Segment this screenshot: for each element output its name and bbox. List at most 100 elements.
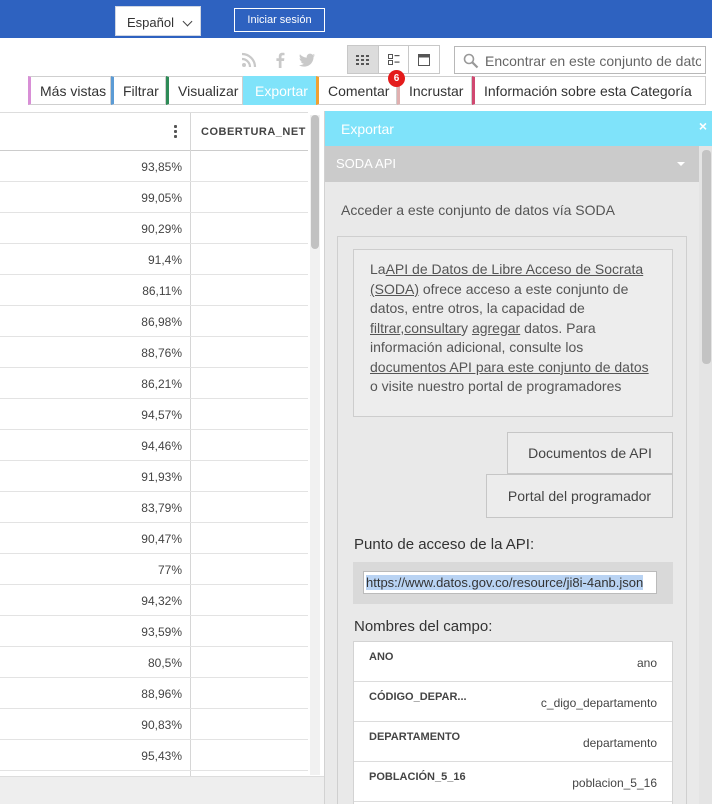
tab-label: Información sobre esta Categoría: [484, 83, 692, 99]
soda-api-section-toggle[interactable]: SODA API: [325, 146, 699, 182]
scrollbar-thumb[interactable]: [702, 150, 711, 364]
panel-scrollbar[interactable]: [699, 146, 712, 804]
field-api-name: c_digo_departamento: [540, 696, 657, 710]
tab-filtrar[interactable]: Filtrar: [111, 76, 166, 105]
table-row[interactable]: 94,32%: [0, 585, 308, 616]
table-vertical-scrollbar[interactable]: [310, 115, 320, 775]
developer-portal-button[interactable]: Portal del programador: [486, 474, 673, 518]
cell-value: 83,79%: [141, 501, 182, 515]
table-row[interactable]: 83,79%: [0, 492, 308, 523]
field-display-name: ANO: [369, 651, 394, 663]
rss-icon[interactable]: [241, 52, 259, 68]
table-body: 93,85% 99,05% 90,29% 91,4% 86,11% 86,98% 88,76…: [0, 151, 308, 771]
tab-incrustar[interactable]: Incrustar: [397, 76, 472, 105]
cell-value: 77%: [157, 563, 182, 577]
cell-value: 91,93%: [141, 470, 182, 484]
table-horizontal-scrollbar[interactable]: [0, 776, 324, 804]
close-icon[interactable]: ×: [699, 118, 707, 134]
endpoint-url-field[interactable]: https://www.datos.gov.co/resource/ji8i-4…: [363, 571, 657, 594]
grid-view-icon: [356, 54, 370, 65]
table-row[interactable]: 86,11%: [0, 275, 308, 306]
column-header-cobertura[interactable]: COBERTURA_NET: [201, 126, 306, 138]
cell-value: 80,5%: [147, 656, 182, 670]
table-row[interactable]: 86,21%: [0, 368, 308, 399]
table-row[interactable]: 90,47%: [0, 523, 308, 554]
app-root: Español Iniciar sesión Encontrar en este…: [0, 0, 712, 804]
info-text: o visite nuestro portal de programadores: [370, 378, 622, 394]
table-row[interactable]: 88,96%: [0, 678, 308, 709]
facebook-icon[interactable]: [275, 52, 285, 68]
field-row: DEPARTAMENTO departamento: [354, 722, 672, 762]
tab-visualizar[interactable]: Visualizar: [166, 76, 243, 105]
login-button[interactable]: Iniciar sesión: [234, 8, 325, 32]
section-description: Acceder a este conjunto de datos vía SOD…: [341, 202, 615, 218]
table-row[interactable]: 86,98%: [0, 306, 308, 337]
export-panel-title: Exportar: [341, 121, 394, 137]
field-api-name: departamento: [582, 736, 657, 750]
tab-informacion-categoria[interactable]: Información sobre esta Categoría: [472, 76, 706, 105]
query-link[interactable]: consultar: [404, 320, 461, 336]
info-text: La: [370, 261, 386, 277]
cell-value: 99,05%: [141, 191, 182, 205]
cell-value: 93,85%: [141, 160, 182, 174]
table-row[interactable]: 90,83%: [0, 709, 308, 740]
language-select[interactable]: Español: [115, 6, 201, 36]
soda-info-text: LaAPI de Datos de Libre Acceso de Socrat…: [353, 249, 673, 417]
table-row[interactable]: 99,05%: [0, 182, 308, 213]
tab-label: Filtrar: [123, 83, 159, 99]
table-row[interactable]: 80,5%: [0, 647, 308, 678]
table-row[interactable]: 94,46%: [0, 430, 308, 461]
field-display-name: DEPARTAMENTO: [369, 731, 461, 743]
table-row[interactable]: 95,43%: [0, 740, 308, 771]
filter-link[interactable]: filtrar: [370, 320, 400, 336]
page-view-button[interactable]: [409, 46, 439, 73]
field-row: CÓDIGO_DEPAR... c_digo_departamento: [354, 682, 672, 722]
endpoint-container: https://www.datos.gov.co/resource/ji8i-4…: [353, 562, 673, 604]
twitter-icon[interactable]: [298, 52, 316, 68]
tab-comentar[interactable]: Comentar: [316, 76, 397, 105]
field-row: ANO ano: [354, 642, 672, 682]
scrollbar-thumb[interactable]: [311, 115, 319, 249]
endpoint-label: Punto de acceso de la API:: [354, 536, 535, 553]
cell-value: 90,47%: [141, 532, 182, 546]
cell-value: 94,57%: [141, 408, 182, 422]
cell-value: 88,76%: [141, 346, 182, 360]
grid-view-button[interactable]: [348, 46, 379, 73]
cell-value: 86,21%: [141, 377, 182, 391]
table-row[interactable]: 77%: [0, 554, 308, 585]
table-row[interactable]: 88,76%: [0, 337, 308, 368]
soda-api-box: LaAPI de Datos de Libre Acceso de Socrat…: [337, 236, 687, 804]
cell-value: 95,43%: [141, 749, 182, 763]
table-row[interactable]: 91,4%: [0, 244, 308, 275]
top-bar: Español Iniciar sesión: [0, 0, 712, 38]
field-api-name: ano: [636, 656, 657, 670]
search-input[interactable]: [485, 50, 701, 71]
field-api-name: poblacion_5_16: [572, 776, 657, 790]
aggregate-link[interactable]: agregar: [472, 320, 520, 336]
table-row[interactable]: 93,59%: [0, 616, 308, 647]
tab-exportar[interactable]: Exportar: [243, 76, 316, 105]
tab-mas-vistas[interactable]: Más vistas: [28, 76, 111, 105]
search-icon: [463, 53, 479, 69]
field-row: POBLACIÓN_5_16 poblacion_5_16: [354, 762, 672, 802]
export-panel: Exportar × SODA API Acceder a este conju…: [324, 111, 712, 804]
data-table: COBERTURA_NET 93,85% 99,05% 90,29% 91,4% 86,…: [0, 112, 308, 776]
api-docs-button[interactable]: Documentos de API: [507, 432, 673, 474]
table-row[interactable]: 90,29%: [0, 213, 308, 244]
field-display-name: POBLACIÓN_5_16: [369, 771, 466, 783]
api-docs-link[interactable]: documentos API para este conjunto de dat…: [370, 359, 649, 375]
export-panel-header: Exportar ×: [325, 111, 712, 146]
caret-down-icon: [677, 162, 685, 166]
info-text: y: [461, 319, 472, 336]
table-row[interactable]: 94,57%: [0, 399, 308, 430]
page-view-icon: [418, 53, 431, 66]
cell-value: 94,32%: [141, 594, 182, 608]
fields-label: Nombres del campo:: [354, 618, 493, 635]
tab-label: Más vistas: [40, 83, 107, 99]
endpoint-url-text: https://www.datos.gov.co/resource/ji8i-4…: [366, 575, 644, 590]
table-row[interactable]: 91,93%: [0, 461, 308, 492]
column-menu-icon[interactable]: [170, 125, 180, 139]
table-row[interactable]: 93,85%: [0, 151, 308, 182]
card-view-button[interactable]: [379, 46, 410, 73]
table-header: COBERTURA_NET: [0, 113, 308, 151]
